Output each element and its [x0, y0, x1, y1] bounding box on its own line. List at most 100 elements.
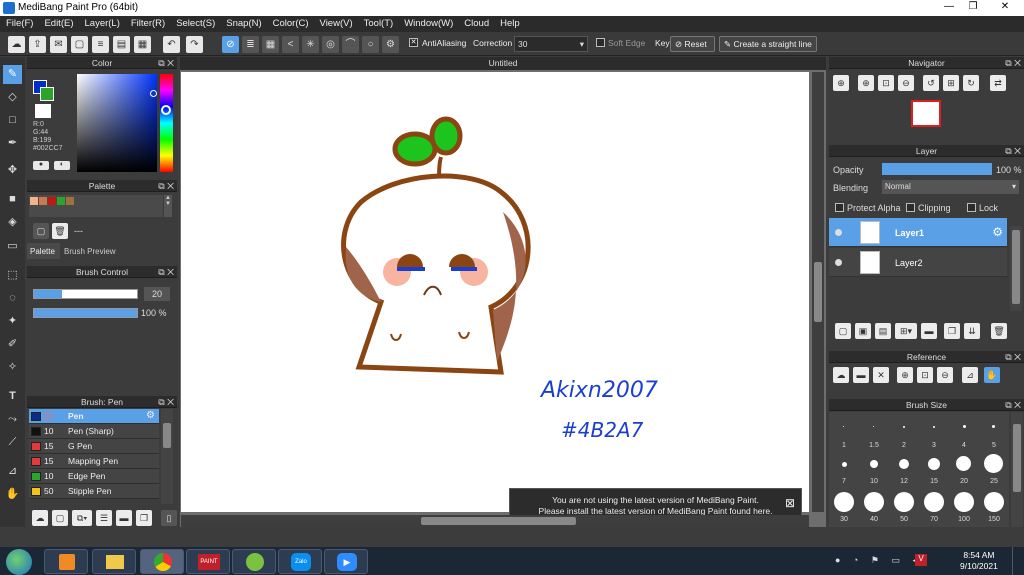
clipping-checkbox[interactable]	[906, 203, 915, 212]
circle-snap-icon[interactable]: ○	[362, 36, 379, 53]
zoom-fit-icon[interactable]: ⊕	[833, 75, 849, 91]
actual-size-icon[interactable]: ⊡	[878, 75, 894, 91]
brush-size-dot[interactable]	[894, 492, 914, 512]
menu-layer[interactable]: Layer(L)	[79, 16, 125, 29]
hue-handle[interactable]	[161, 105, 171, 115]
layers-icon[interactable]: ▤	[113, 36, 130, 53]
reference-fit-icon[interactable]: ⊡	[917, 367, 933, 383]
canvas-tab[interactable]: Untitled	[180, 57, 826, 70]
taskbar-app[interactable]	[92, 549, 136, 574]
cloud-icon[interactable]: ☁	[8, 36, 25, 53]
panel-controls-icon[interactable]: ⧉ ✕	[1005, 145, 1021, 157]
layer-row[interactable]: Layer2	[829, 248, 1007, 277]
document-icon[interactable]: ≡	[92, 36, 109, 53]
concentric-snap-icon[interactable]: ◎	[322, 36, 339, 53]
palette-swatch[interactable]	[39, 197, 47, 205]
gear-icon[interactable]: ⚙	[146, 410, 155, 421]
brush-size-dot[interactable]	[843, 426, 844, 427]
color-picker-square[interactable]	[77, 74, 157, 172]
brush-size-scrollbar[interactable]	[1011, 412, 1023, 527]
palette-scrollbar[interactable]: ▲ ▼	[164, 195, 172, 217]
delete-palette-icon[interactable]: 🗑	[52, 223, 68, 239]
tray-app-icon[interactable]: V	[915, 554, 927, 566]
eraser-tool-icon[interactable]: ◇	[3, 88, 22, 107]
share-icon[interactable]: ⇪	[29, 36, 46, 53]
menu-help[interactable]: Help	[494, 16, 525, 29]
brush-size-dot[interactable]	[984, 492, 1004, 512]
navigator-thumbnail[interactable]	[911, 100, 941, 127]
menu-edit[interactable]: Edit(E)	[38, 16, 78, 29]
rotate-right-icon[interactable]: ↻	[963, 75, 979, 91]
zoom-out-icon[interactable]: ⊖	[898, 75, 914, 91]
tab-brush-preview[interactable]: Brush Preview	[61, 243, 121, 259]
taskbar-app[interactable]: Zalo	[278, 549, 322, 574]
panel-controls-icon[interactable]: ⧉ ✕	[158, 396, 174, 408]
gradient-tool-icon[interactable]: ▭	[3, 237, 22, 256]
reference-zoom-in-icon[interactable]: ⊕	[897, 367, 913, 383]
menu-color[interactable]: Color(C)	[267, 16, 314, 29]
antialiasing-checkbox[interactable]: ✕	[409, 38, 418, 47]
flip-icon[interactable]: ⇄	[990, 75, 1006, 91]
brush-item[interactable]: 50 Stipple Pen	[29, 484, 159, 499]
brush-size-scroll-thumb[interactable]	[1013, 424, 1021, 492]
reference-eyedropper-icon[interactable]: ⊿	[962, 367, 978, 383]
dot-tool-icon[interactable]: □	[3, 111, 22, 130]
brush-size-dot[interactable]	[992, 425, 995, 428]
canvas-vertical-scrollbar[interactable]	[812, 72, 824, 512]
show-desktop-button[interactable]	[1012, 547, 1024, 575]
brush-size-value[interactable]: 20	[144, 287, 170, 301]
canvas-horizontal-scrollbar[interactable]	[181, 515, 809, 527]
system-tray-icons[interactable]: ● ◔ ⚑ ▭ ◀	[835, 555, 924, 566]
layer-folder-icon[interactable]: ▬	[921, 323, 937, 339]
hue-slider[interactable]	[160, 74, 173, 172]
menu-view[interactable]: View(V)	[314, 16, 358, 29]
reference-cloud-icon[interactable]: ☁	[833, 367, 849, 383]
blending-select[interactable]: Normal ▾	[882, 180, 1019, 194]
color-add-icon[interactable]: ●	[33, 161, 49, 170]
layer-scroll-thumb[interactable]	[1012, 230, 1020, 304]
soft-edge-checkbox[interactable]	[596, 38, 605, 47]
correction-select[interactable]: 30 ▾	[514, 36, 588, 52]
layer-list-scrollbar[interactable]	[1010, 226, 1022, 311]
brush-tool-icon[interactable]: ✎	[3, 65, 22, 84]
protect-alpha-checkbox[interactable]	[835, 203, 844, 212]
palette-swatch[interactable]	[66, 197, 74, 205]
brush-folder-icon[interactable]: ▬	[116, 510, 132, 526]
brush-size-dot[interactable]	[899, 459, 909, 469]
merge-layer-icon[interactable]: ⇊	[964, 323, 980, 339]
transparent-swatch[interactable]	[35, 104, 51, 118]
brush-size-dot[interactable]	[903, 426, 905, 428]
color-picker-cursor[interactable]	[150, 90, 157, 97]
select-eraser-tool-icon[interactable]: ✧	[3, 358, 22, 377]
brush-item[interactable]: 15 Mapping Pen	[29, 454, 159, 469]
operation-tool-icon[interactable]: ⤳	[3, 410, 22, 429]
panel-controls-icon[interactable]: ⧉ ✕	[158, 180, 174, 192]
horizontal-scroll-thumb[interactable]	[421, 517, 576, 525]
reference-zoom-out-icon[interactable]: ⊖	[937, 367, 953, 383]
undo-icon[interactable]: ↶	[163, 36, 180, 53]
grid-snap-icon[interactable]: ▦	[262, 36, 279, 53]
brush-size-dot[interactable]	[963, 425, 966, 428]
save-icon[interactable]: ▦	[134, 36, 151, 53]
visibility-icon[interactable]	[835, 229, 842, 236]
brush-size-dot[interactable]	[924, 492, 944, 512]
brush-list-scroll-thumb[interactable]	[163, 423, 171, 448]
reference-open-icon[interactable]: ▬	[853, 367, 869, 383]
move-tool-icon[interactable]: ✥	[3, 161, 22, 180]
zoom-in-icon[interactable]: ⊕	[858, 75, 874, 91]
menu-file[interactable]: File(F)	[0, 16, 38, 29]
perspective-snap-icon[interactable]: <	[282, 36, 299, 53]
secondary-color-swatch[interactable]	[40, 87, 54, 101]
lock-checkbox[interactable]	[967, 203, 976, 212]
canvas-paper[interactable]: Akixn2007 #4B2A7 You are not using the l…	[181, 72, 809, 522]
brush-add-icon[interactable]: ▢	[52, 510, 68, 526]
rotate-left-icon[interactable]: ↺	[923, 75, 939, 91]
brush-size-dot[interactable]	[870, 460, 878, 468]
layer-row[interactable]: Layer1 ⚙	[829, 218, 1007, 247]
radial-snap-icon[interactable]: ✳	[302, 36, 319, 53]
text-tool-icon[interactable]: T	[3, 387, 22, 406]
divide-tool-icon[interactable]: ⟋	[3, 433, 22, 452]
brush-copy-icon[interactable]: ⧉▾	[72, 510, 92, 526]
new-palette-icon[interactable]: ▢	[33, 223, 49, 239]
parallel-snap-icon[interactable]: ≣	[242, 36, 259, 53]
